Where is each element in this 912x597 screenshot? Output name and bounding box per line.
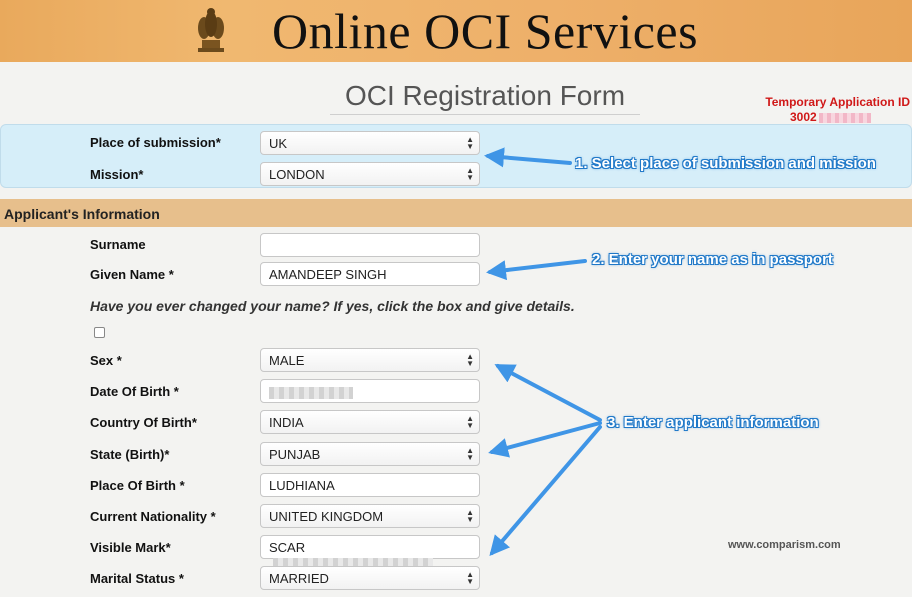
state-of-birth-select[interactable]: PUNJAB ▲ ▼ xyxy=(260,442,480,466)
nationality-value: UNITED KINGDOM xyxy=(269,509,384,524)
redacted-mask xyxy=(269,386,353,399)
state-of-birth-label: State (Birth)* xyxy=(90,447,170,462)
section-title: Applicant's Information xyxy=(4,206,160,222)
mission-value: LONDON xyxy=(269,167,325,182)
place-of-submission-select[interactable]: UK ▲ ▼ xyxy=(260,131,480,155)
country-of-birth-select[interactable]: INDIA ▲ ▼ xyxy=(260,410,480,434)
emblem-icon xyxy=(198,8,224,52)
select-arrows-icon: ▲ ▼ xyxy=(466,135,474,151)
sex-label: Sex * xyxy=(90,353,122,368)
callout-step2: 2. Enter your name as in passport xyxy=(592,251,833,268)
select-arrows-icon: ▲ ▼ xyxy=(466,508,474,524)
country-of-birth-label: Country Of Birth* xyxy=(90,415,197,430)
surname-input[interactable] xyxy=(260,233,480,257)
watermark: www.comparism.com xyxy=(728,539,841,551)
state-of-birth-value: PUNJAB xyxy=(269,447,321,462)
dob-label: Date Of Birth * xyxy=(90,384,179,399)
arrow-pointer-icon xyxy=(489,425,602,557)
place-of-submission-value: UK xyxy=(269,136,288,151)
arrow-pointer-icon xyxy=(494,364,602,422)
select-arrows-icon: ▲ ▼ xyxy=(466,446,474,462)
redacted-mask xyxy=(818,112,871,123)
name-change-question: Have you ever changed your name? If yes,… xyxy=(90,294,580,344)
select-arrows-icon: ▲ ▼ xyxy=(466,414,474,430)
select-arrows-icon: ▲ ▼ xyxy=(466,352,474,368)
dob-input[interactable] xyxy=(260,379,480,403)
temporary-id-label: Temporary Application ID xyxy=(765,95,910,109)
sex-select[interactable]: MALE ▲ ▼ xyxy=(260,348,480,372)
place-of-birth-label: Place Of Birth * xyxy=(90,478,185,493)
marital-status-select[interactable]: MARRIED ▲ ▼ xyxy=(260,566,480,590)
select-arrows-icon: ▲ ▼ xyxy=(466,570,474,586)
arrow-pointer-icon xyxy=(488,421,602,458)
sex-value: MALE xyxy=(269,353,305,368)
temporary-id-value: 3002 xyxy=(790,110,871,124)
callout-step1: 1. Select place of submission and missio… xyxy=(575,155,876,172)
mission-select[interactable]: LONDON ▲ ▼ xyxy=(260,162,480,186)
select-arrows-icon: ▲ ▼ xyxy=(466,166,474,182)
nationality-label: Current Nationality * xyxy=(90,509,216,524)
visible-mark-input[interactable]: SCAR xyxy=(260,535,480,570)
banner-title: Online OCI Services xyxy=(272,3,699,59)
callout-step3: 3. Enter applicant information xyxy=(607,414,819,431)
temporary-id-prefix: 3002 xyxy=(790,110,817,124)
name-change-checkbox[interactable] xyxy=(94,326,105,338)
surname-label: Surname xyxy=(90,237,146,252)
place-of-birth-input[interactable]: LUDHIANA xyxy=(260,473,480,497)
marital-status-label: Marital Status * xyxy=(90,571,184,586)
name-change-text: Have you ever changed your name? If yes,… xyxy=(90,298,575,314)
arrow-pointer-icon xyxy=(486,259,587,281)
place-of-submission-label: Place of submission* xyxy=(90,135,221,150)
marital-status-value: MARRIED xyxy=(269,571,329,586)
given-name-input[interactable]: AMANDEEP SINGH xyxy=(260,262,480,286)
visible-mark-label: Visible Mark* xyxy=(90,540,171,555)
visible-mark-value: SCAR xyxy=(269,540,306,555)
nationality-select[interactable]: UNITED KINGDOM ▲ ▼ xyxy=(260,504,480,528)
given-name-label: Given Name * xyxy=(90,267,174,282)
page-title: OCI Registration Form xyxy=(330,80,640,115)
country-of-birth-value: INDIA xyxy=(269,415,304,430)
mission-label: Mission* xyxy=(90,167,144,182)
header-banner: Online OCI Services xyxy=(0,0,912,62)
